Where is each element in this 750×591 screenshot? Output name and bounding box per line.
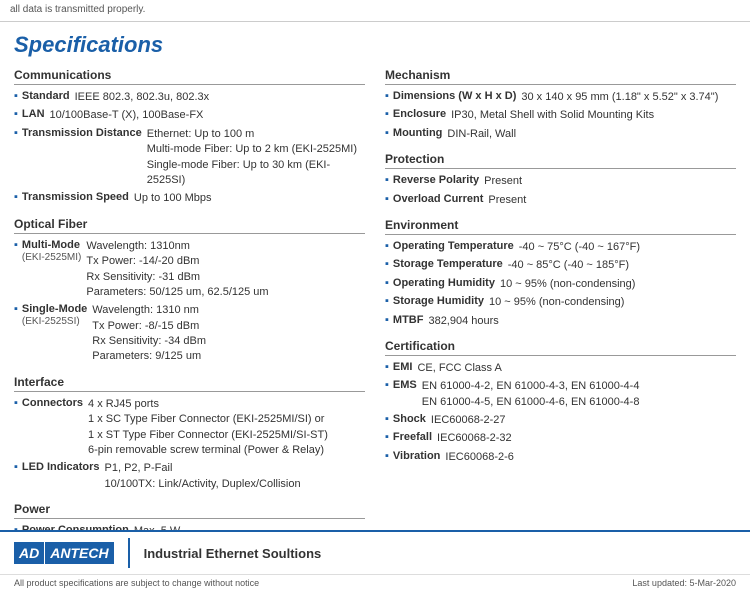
list-item: ▪ Operating Temperature -40 ~ 75°C (-40 …	[385, 240, 736, 255]
left-column: Communications ▪ Standard IEEE 802.3, 80…	[14, 68, 365, 581]
optical-fiber-items: ▪ Multi-Mode (EKI-2525MI) Wavelength: 13…	[14, 239, 365, 365]
list-item: ▪ Storage Temperature -40 ~ 85°C (-40 ~ …	[385, 258, 736, 273]
list-item: ▪ LAN 10/100Base-T (X), 100Base-FX	[14, 108, 365, 123]
footer-bottom: All product specifications are subject t…	[0, 574, 750, 591]
bullet-icon: ▪	[14, 191, 18, 203]
bullet-icon: ▪	[385, 108, 389, 120]
footer-logo: ADANTECH	[14, 542, 114, 564]
list-item: ▪ Transmission Speed Up to 100 Mbps	[14, 191, 365, 206]
bullet-icon: ▪	[385, 90, 389, 102]
list-item: ▪ Storage Humidity 10 ~ 95% (non-condens…	[385, 295, 736, 310]
section-communications: Communications	[14, 68, 365, 85]
list-item: ▪ Operating Humidity 10 ~ 95% (non-conde…	[385, 277, 736, 292]
footer-note-left: All product specifications are subject t…	[14, 578, 259, 588]
list-item: ▪ MTBF 382,904 hours	[385, 314, 736, 329]
bullet-icon: ▪	[14, 397, 18, 409]
bullet-icon: ▪	[14, 303, 18, 315]
footer-tagline: Industrial Ethernet Soultions	[144, 546, 322, 561]
mechanism-items: ▪ Dimensions (W x H x D) 30 x 140 x 95 m…	[385, 90, 736, 142]
bullet-icon: ▪	[385, 413, 389, 425]
bullet-icon: ▪	[14, 239, 18, 251]
communications-items: ▪ Standard IEEE 802.3, 802.3u, 802.3x ▪ …	[14, 90, 365, 207]
list-item: ▪ Connectors 4 x RJ45 ports1 x SC Type F…	[14, 397, 365, 459]
top-note: all data is transmitted properly.	[0, 0, 750, 22]
list-item: ▪ Overload Current Present	[385, 193, 736, 208]
interface-items: ▪ Connectors 4 x RJ45 ports1 x SC Type F…	[14, 397, 365, 492]
bullet-icon: ▪	[385, 314, 389, 326]
list-item: ▪ EMI CE, FCC Class A	[385, 361, 736, 376]
section-optical-fiber: Optical Fiber	[14, 217, 365, 234]
footer-bar: ADANTECH Industrial Ethernet Soultions	[0, 530, 750, 574]
bullet-icon: ▪	[385, 431, 389, 443]
list-item: ▪ EMS EN 61000-4-2, EN 61000-4-3, EN 610…	[385, 379, 736, 410]
bullet-icon: ▪	[385, 193, 389, 205]
bullet-icon: ▪	[385, 174, 389, 186]
list-item: ▪ Vibration IEC60068-2-6	[385, 450, 736, 465]
bullet-icon: ▪	[385, 361, 389, 373]
bullet-icon: ▪	[385, 277, 389, 289]
list-item: ▪ Single-Mode (EKI-2525SI) Wavelength: 1…	[14, 303, 365, 365]
footer-note-right: Last updated: 5-Mar-2020	[632, 578, 736, 588]
bullet-icon: ▪	[385, 127, 389, 139]
list-item: ▪ Standard IEEE 802.3, 802.3u, 802.3x	[14, 90, 365, 105]
list-item: ▪ Multi-Mode (EKI-2525MI) Wavelength: 13…	[14, 239, 365, 301]
list-item: ▪ Enclosure IP30, Metal Shell with Solid…	[385, 108, 736, 123]
certification-items: ▪ EMI CE, FCC Class A ▪ EMS EN 61000-4-2…	[385, 361, 736, 465]
bullet-icon: ▪	[385, 295, 389, 307]
list-item: ▪ Shock IEC60068-2-27	[385, 413, 736, 428]
page-title: Specifications	[14, 32, 736, 58]
protection-items: ▪ Reverse Polarity Present ▪ Overload Cu…	[385, 174, 736, 208]
bullet-icon: ▪	[14, 108, 18, 120]
section-mechanism: Mechanism	[385, 68, 736, 85]
bullet-icon: ▪	[385, 379, 389, 391]
list-item: ▪ Transmission Distance Ethernet: Up to …	[14, 127, 365, 189]
bullet-icon: ▪	[385, 240, 389, 252]
logo-ad: AD	[14, 542, 44, 564]
footer: ADANTECH Industrial Ethernet Soultions A…	[0, 530, 750, 591]
environment-items: ▪ Operating Temperature -40 ~ 75°C (-40 …	[385, 240, 736, 329]
section-certification: Certification	[385, 339, 736, 356]
logo-antech: ANTECH	[44, 542, 113, 564]
section-interface: Interface	[14, 375, 365, 392]
list-item: ▪ LED Indicators P1, P2, P-Fail10/100TX:…	[14, 461, 365, 492]
bullet-icon: ▪	[14, 127, 18, 139]
list-item: ▪ Freefall IEC60068-2-32	[385, 431, 736, 446]
list-item: ▪ Dimensions (W x H x D) 30 x 140 x 95 m…	[385, 90, 736, 105]
section-protection: Protection	[385, 152, 736, 169]
footer-divider	[128, 538, 130, 568]
section-environment: Environment	[385, 218, 736, 235]
list-item: ▪ Reverse Polarity Present	[385, 174, 736, 189]
section-power: Power	[14, 502, 365, 519]
bullet-icon: ▪	[14, 461, 18, 473]
bullet-icon: ▪	[385, 450, 389, 462]
right-column: Mechanism ▪ Dimensions (W x H x D) 30 x …	[385, 68, 736, 581]
bullet-icon: ▪	[385, 258, 389, 270]
list-item: ▪ Mounting DIN-Rail, Wall	[385, 127, 736, 142]
bullet-icon: ▪	[14, 90, 18, 102]
